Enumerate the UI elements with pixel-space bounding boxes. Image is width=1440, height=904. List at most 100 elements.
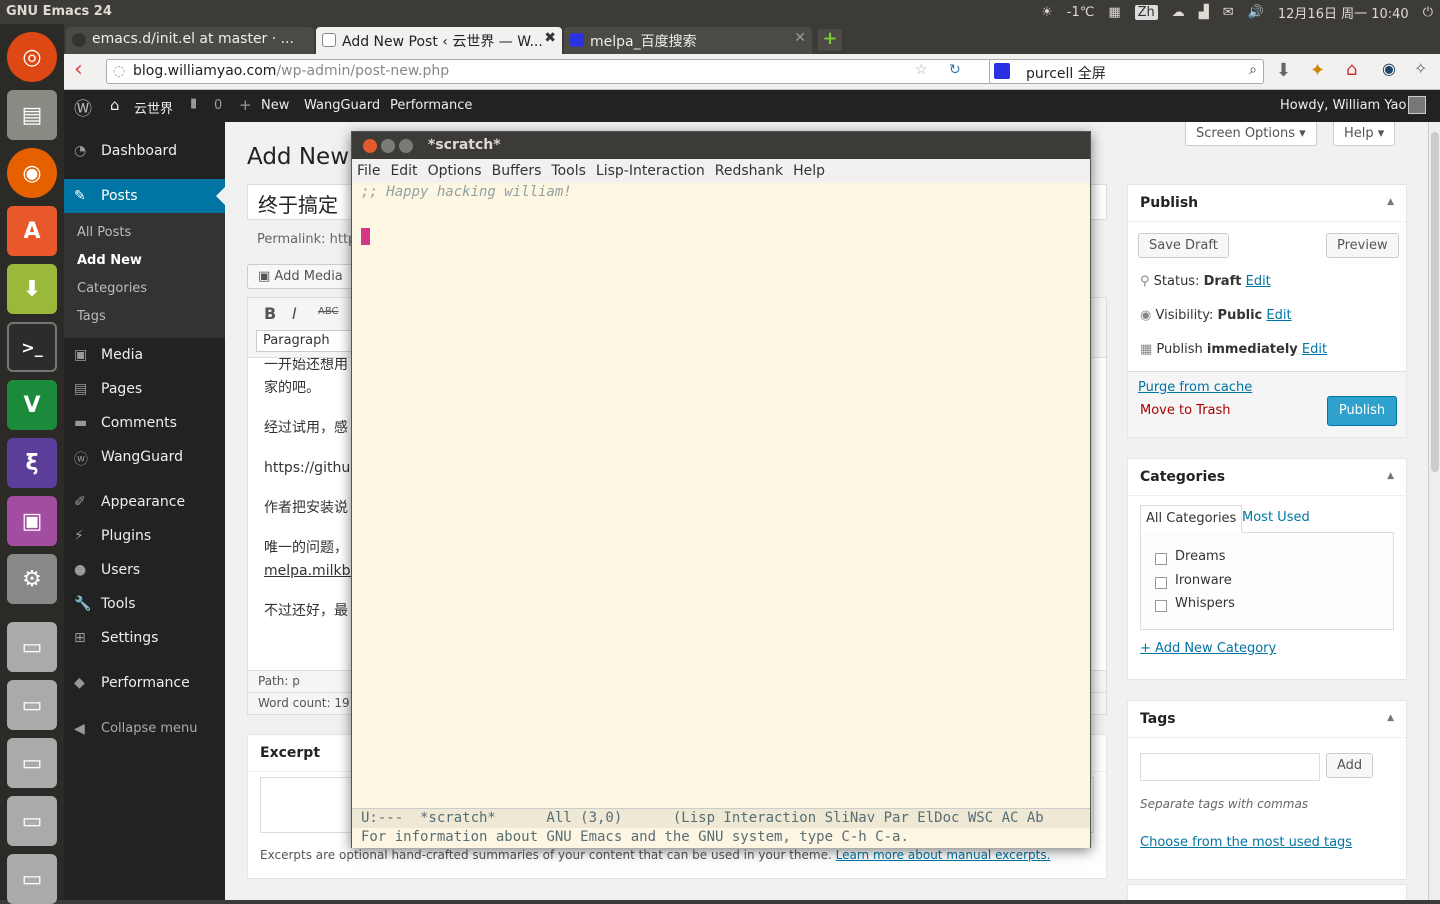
menu-pages[interactable]: ▤ Pages [64,372,225,406]
menu-lisp-interaction[interactable]: Lisp-Interaction [596,163,705,183]
new-tab-button[interactable]: + [818,29,842,51]
menu-plugins[interactable]: ⚡ Plugins [64,519,225,553]
menu-buffers[interactable]: Buffers [492,163,542,183]
menu-comments[interactable]: ▬ Comments [64,406,225,440]
avatar[interactable] [1408,96,1426,114]
help-button[interactable]: Help ▾ [1333,122,1396,146]
close-icon[interactable]: ✕ [794,30,806,46]
screen-options-button[interactable]: Screen Options ▾ [1185,122,1317,146]
menu-file[interactable]: File [357,163,380,183]
clock[interactable]: 12月16日 周一 10:40 [1278,3,1409,22]
ubuntu-icon[interactable]: ◎ [7,32,57,82]
move-to-trash-link[interactable]: Move to Trash [1140,403,1231,418]
drive-icon[interactable]: ▭ [7,622,57,672]
collapse-arrow-icon[interactable]: ▲ [1387,471,1394,481]
workspace-icon[interactable]: ▣ [7,496,57,546]
scratch-buffer[interactable]: ;; Happy hacking william! [352,183,1090,807]
choose-tags-link[interactable]: Choose from the most used tags [1140,835,1352,850]
menu-icon[interactable]: ✧ [1414,59,1427,78]
search-field[interactable]: purcell 全屏 ⌕ [989,59,1264,84]
magnifier-icon[interactable]: ⌕ [1249,62,1257,78]
wangguard-menu[interactable]: WangGuard [304,98,380,113]
emacs-titlebar[interactable]: *scratch* [352,132,1090,159]
software-center-icon[interactable]: A [7,206,57,256]
add-new-category-link[interactable]: + Add New Category [1140,641,1276,656]
howdy-user[interactable]: Howdy, William Yao [1280,98,1406,113]
save-draft-button[interactable]: Save Draft [1138,233,1229,258]
power-icon[interactable]: ⏻ [1423,5,1433,20]
scrollbar-thumb[interactable] [1431,132,1439,472]
weather-icon[interactable]: ☀ [1041,5,1053,20]
menu-tools[interactable]: 🔧 Tools [64,587,225,621]
menu-dashboard[interactable]: ◔ Dashboard [64,134,225,168]
menu-settings[interactable]: ⊞ Settings [64,621,225,655]
visibility-edit-link[interactable]: Edit [1266,308,1291,323]
site-name[interactable]: 云世界 [134,98,173,117]
temperature[interactable]: -1℃ [1067,5,1095,20]
close-icon[interactable]: ✖ [544,30,556,46]
menu-users[interactable]: ● Users [64,553,225,587]
menu-wangguard[interactable]: ⓦ WangGuard [64,440,225,474]
mail-icon[interactable]: ✉ [1223,5,1234,20]
menu-performance[interactable]: ◆ Performance [64,666,225,700]
close-icon[interactable] [363,139,377,153]
purge-cache-link[interactable]: Purge from cache [1138,380,1252,395]
drive-icon[interactable]: ▭ [7,738,57,788]
strikethrough-icon[interactable]: ABC [318,306,339,317]
download-icon[interactable]: ⬇ [7,264,57,314]
collapse-arrow-icon[interactable]: ▲ [1387,197,1394,207]
tab-melpa-search[interactable]: melpa_百度搜索 ✕ [564,27,812,54]
submenu-categories[interactable]: Categories [64,275,225,303]
submenu-tags[interactable]: Tags [64,303,225,331]
comment-count[interactable]: 0 [214,98,222,113]
italic-icon[interactable]: I [292,304,297,323]
tab-most-used[interactable]: Most Used [1242,510,1310,525]
cloud-icon[interactable]: ☁ [1172,5,1185,20]
maximize-icon[interactable] [399,139,413,153]
drive-icon[interactable]: ▭ [7,680,57,730]
checkbox-dreams[interactable] [1155,553,1167,565]
drive-icon[interactable]: ▭ [7,854,57,904]
add-tag-button[interactable]: Add [1326,753,1374,778]
home-icon[interactable]: ⌂ [1346,59,1357,80]
tab-github[interactable]: emacs.d/init.el at master · ... [66,27,314,54]
schedule-edit-link[interactable]: Edit [1302,342,1327,357]
bookmark-star-icon[interactable]: ☆ [915,62,928,78]
files-icon[interactable]: ▤ [7,90,57,140]
tab-add-new-post[interactable]: Add New Post ‹ 云世界 — W... ✖ [316,27,562,54]
back-icon[interactable]: ‹ [74,57,83,82]
firefox-icon[interactable]: ◉ [7,148,57,198]
excerpt-help-link[interactable]: Learn more about manual excerpts. [836,848,1051,862]
addon-icon[interactable]: ✦ [1310,60,1325,81]
menu-help[interactable]: Help [793,163,825,183]
publish-button[interactable]: Publish [1327,396,1397,426]
menu-appearance[interactable]: ✐ Appearance [64,485,225,519]
reload-icon[interactable]: ↻ [949,62,961,78]
add-media-button[interactable]: ▣ Add Media [247,264,354,289]
terminal-icon[interactable]: >_ [7,322,57,372]
performance-menu[interactable]: Performance [390,98,472,113]
downloads-icon[interactable]: ⬇ [1276,60,1291,81]
preview-button[interactable]: Preview [1326,233,1399,258]
extension-icon[interactable]: ◉ [1382,59,1396,78]
bold-icon[interactable]: B [264,304,276,323]
url-bar[interactable]: ◌ blog.williamyao.com/wp-admin/post-new.… [106,59,1046,84]
tab-all-categories[interactable]: All Categories [1140,505,1243,533]
minimize-icon[interactable] [381,139,395,153]
collapse-menu[interactable]: ◀ Collapse menu [64,712,225,746]
volume-icon[interactable]: 🔊 [1248,5,1264,20]
menu-media[interactable]: ▣ Media [64,338,225,372]
menu-edit[interactable]: Edit [390,163,417,183]
input-method[interactable]: Zh [1134,4,1158,20]
menu-tools[interactable]: Tools [551,163,586,183]
echo-area[interactable]: For information about GNU Emacs and the … [352,828,1090,848]
submenu-all-posts[interactable]: All Posts [64,219,225,247]
comment-icon[interactable]: ▮ [190,96,197,111]
settings-icon[interactable]: ⚙ [7,554,57,604]
page-scrollbar[interactable] [1428,122,1440,900]
format-select[interactable]: Paragraph [256,330,356,352]
menu-posts[interactable]: ✎ Posts [64,179,225,213]
tags-input[interactable] [1140,753,1320,781]
emacs-icon[interactable]: ξ [7,438,57,488]
submenu-add-new[interactable]: Add New [64,247,225,275]
